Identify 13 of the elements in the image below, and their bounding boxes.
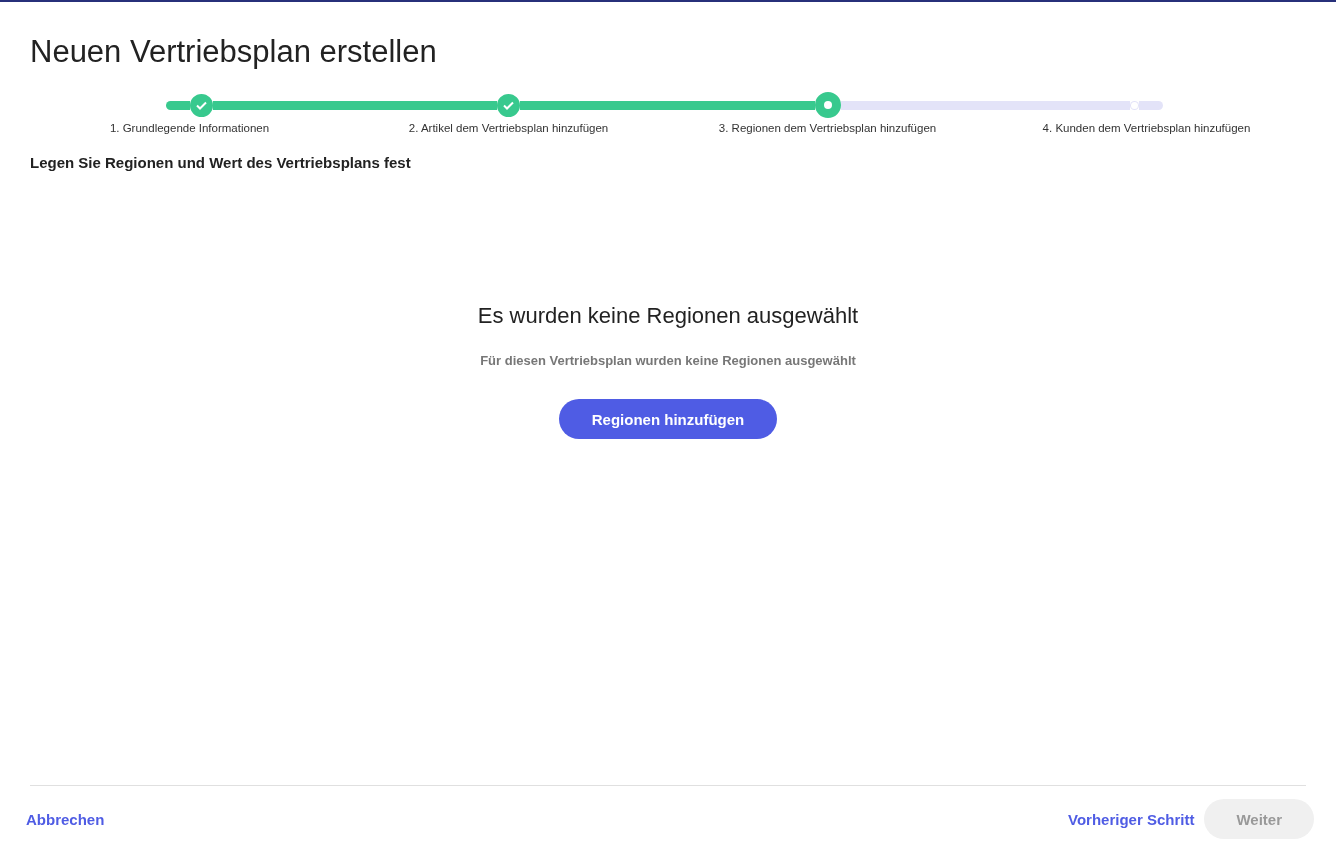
empty-state-message: Für diesen Vertriebsplan wurden keine Regionen ausgewählt xyxy=(480,353,856,368)
check-icon xyxy=(503,100,514,110)
cancel-link[interactable]: Abbrechen xyxy=(26,810,105,828)
check-icon xyxy=(196,100,207,110)
empty-state-title: Es wurden keine Regionen ausgewählt xyxy=(477,303,859,329)
page-title: Neuen Vertriebsplan erstellen xyxy=(30,34,438,70)
step-label: 1. Grundlegende Informationen xyxy=(109,122,270,134)
step-label: 4. Kunden dem Vertriebsplan hinzufügen xyxy=(1042,122,1251,134)
add-regions-button[interactable]: Regionen hinzufügen xyxy=(558,399,778,439)
step-label: 2. Artikel dem Vertriebsplan hinzufügen xyxy=(408,122,609,134)
previous-step-link[interactable]: Vorheriger Schritt xyxy=(1068,810,1195,828)
section-heading: Legen Sie Regionen und Wert des Vertriebsplans fest xyxy=(30,154,412,171)
step-label: 3. Regionen dem Vertriebsplan hinzufügen xyxy=(718,122,937,134)
